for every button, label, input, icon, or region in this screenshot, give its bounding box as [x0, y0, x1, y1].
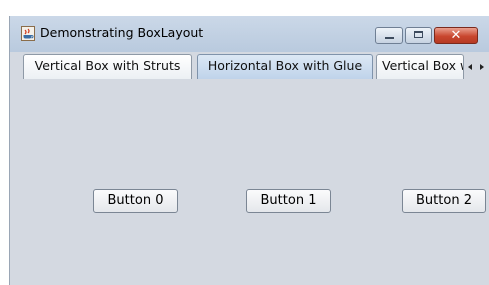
java-cup-icon: [21, 26, 35, 41]
button-1[interactable]: Button 1: [246, 189, 331, 213]
tab-strip: Vertical Box with Struts Horizontal Box …: [10, 52, 489, 80]
maximize-button[interactable]: [405, 27, 432, 44]
title-bar[interactable]: Demonstrating BoxLayout ✕: [10, 16, 489, 52]
close-button[interactable]: ✕: [434, 27, 478, 44]
tab-scroll-buttons: [466, 61, 488, 73]
tab-scroll-right-icon[interactable]: [480, 64, 484, 70]
tab-scroll-left-icon[interactable]: [468, 64, 472, 70]
minimize-button[interactable]: [375, 27, 403, 44]
window-title: Demonstrating BoxLayout: [40, 25, 204, 40]
maximize-icon: [414, 31, 423, 38]
close-icon: ✕: [450, 28, 462, 43]
tab-vertical-box-with-struts[interactable]: Vertical Box with Struts: [23, 54, 192, 79]
app-window: Demonstrating BoxLayout ✕ Vertical Box w…: [9, 16, 489, 285]
button-0[interactable]: Button 0: [93, 189, 178, 213]
minimize-icon: [385, 37, 394, 39]
tab-vertical-box-with-rigid-areas[interactable]: Vertical Box with Rigid Areas: [376, 54, 464, 79]
tab-horizontal-box-with-glue[interactable]: Horizontal Box with Glue: [197, 54, 373, 79]
tab-content-panel: Button 0 Button 1 Button 2: [10, 80, 489, 285]
button-2[interactable]: Button 2: [402, 189, 486, 213]
